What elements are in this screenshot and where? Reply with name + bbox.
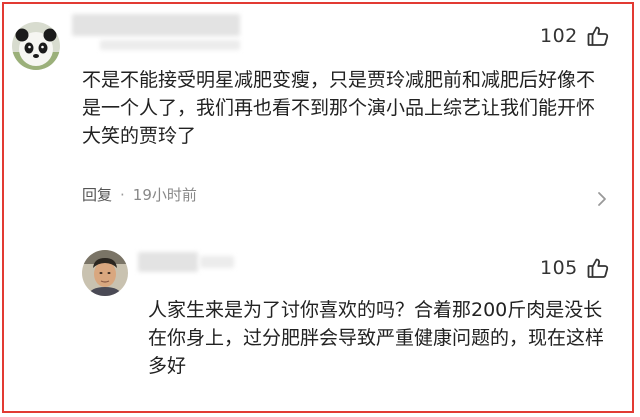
- comment-like-button[interactable]: 102: [540, 24, 610, 48]
- chevron-right-icon: [598, 192, 606, 206]
- reply-like-button[interactable]: 105: [540, 256, 610, 280]
- man-avatar-icon: [82, 250, 128, 296]
- more-button[interactable]: [597, 191, 607, 211]
- commenter-name-obscured-2: [100, 40, 240, 50]
- comment-meta: 回复 · 19小时前: [82, 184, 197, 205]
- comment-text: 不是不能接受明星减肥变瘦，只是贾玲减肥前和减肥后好像不是一个人了，我们再也看不到…: [82, 69, 596, 147]
- thumbs-up-icon: [586, 256, 610, 280]
- replier-name-obscured-2: [200, 256, 234, 268]
- thumbs-up-icon: [586, 24, 610, 48]
- commenter-name-obscured: [72, 14, 240, 36]
- reply-button[interactable]: 回复: [82, 184, 112, 205]
- comment-like-count: 102: [540, 25, 578, 47]
- meta-separator: ·: [120, 185, 125, 204]
- replier-name-obscured: [138, 252, 198, 272]
- commenter-avatar[interactable]: [12, 22, 60, 70]
- replier-avatar[interactable]: [82, 250, 128, 296]
- panda-avatar-icon: [12, 22, 60, 70]
- reply-like-count: 105: [540, 257, 578, 279]
- comment-time: 19小时前: [132, 186, 197, 204]
- reply-text: 人家生来是为了讨你喜欢的吗？合着那200斤肉是没长在你身上，过分肥胖会导致严重健…: [148, 299, 605, 377]
